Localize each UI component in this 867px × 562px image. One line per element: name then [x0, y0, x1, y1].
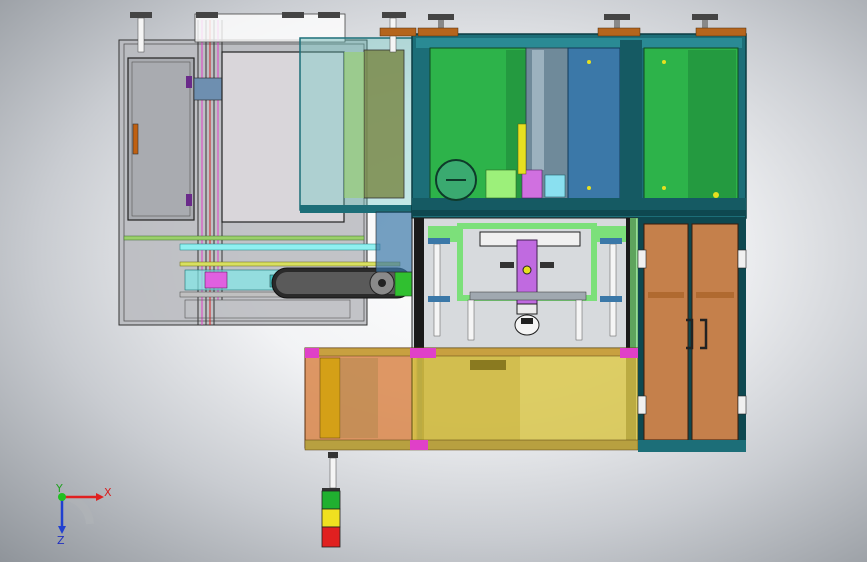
signal-lamp-red — [321, 526, 341, 548]
copper-cap — [417, 27, 459, 37]
gold-panel — [319, 357, 341, 439]
signal-lamp-yellow — [321, 508, 341, 528]
machine-assembly-drawing — [58, 12, 747, 548]
door-handle — [132, 123, 139, 155]
y-axis-label: Y — [56, 482, 63, 495]
axis-triad — [58, 492, 104, 534]
upper-right-frame — [411, 33, 747, 219]
z-axis-label: Z — [57, 534, 65, 547]
x-axis-label: X — [104, 486, 112, 499]
door-hinge-top — [186, 76, 192, 88]
door-hinge-bottom — [186, 194, 192, 206]
bottom-panels — [304, 347, 639, 451]
conveyor-belt — [271, 267, 416, 299]
blue-panel — [567, 47, 621, 201]
right-orange-door — [691, 223, 739, 441]
signal-lamp-green — [321, 490, 341, 510]
cad-viewport[interactable]: X Y Z — [0, 0, 867, 562]
right-doors — [637, 218, 747, 452]
signal-tower — [321, 452, 341, 548]
left-orange-door — [643, 223, 689, 441]
pink-bracket — [305, 348, 319, 358]
